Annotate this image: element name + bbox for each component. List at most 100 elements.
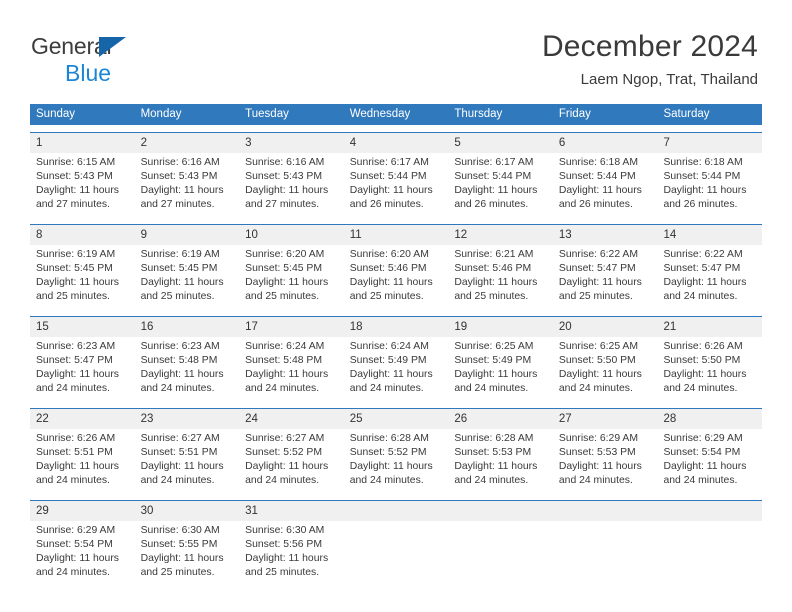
day-cell[interactable]: Sunrise: 6:29 AM Sunset: 5:54 PM Dayligh… xyxy=(657,429,762,493)
week-content-row: Sunrise: 6:26 AM Sunset: 5:51 PM Dayligh… xyxy=(30,429,762,493)
sunset-text: Sunset: 5:50 PM xyxy=(663,355,741,366)
day-cell[interactable]: Sunrise: 6:28 AM Sunset: 5:52 PM Dayligh… xyxy=(344,429,449,493)
day-number[interactable]: 18 xyxy=(344,317,449,337)
day-number[interactable]: 9 xyxy=(135,225,240,245)
day-number[interactable]: 15 xyxy=(30,317,135,337)
day-number[interactable]: 10 xyxy=(239,225,344,245)
day-number[interactable]: 13 xyxy=(553,225,658,245)
day-cell[interactable]: Sunrise: 6:25 AM Sunset: 5:50 PM Dayligh… xyxy=(553,337,658,401)
day-number[interactable]: 8 xyxy=(30,225,135,245)
day-cell[interactable]: Sunrise: 6:27 AM Sunset: 5:52 PM Dayligh… xyxy=(239,429,344,493)
sunrise-text: Sunrise: 6:27 AM xyxy=(245,433,325,444)
day-number-empty xyxy=(657,501,762,521)
day-cell[interactable]: Sunrise: 6:16 AM Sunset: 5:43 PM Dayligh… xyxy=(239,153,344,217)
day-number[interactable]: 25 xyxy=(344,409,449,429)
day-number[interactable]: 28 xyxy=(657,409,762,429)
day-number[interactable]: 26 xyxy=(448,409,553,429)
daylight-text-line2: and 26 minutes. xyxy=(663,199,738,210)
day-cell[interactable]: Sunrise: 6:28 AM Sunset: 5:53 PM Dayligh… xyxy=(448,429,553,493)
sunset-text: Sunset: 5:51 PM xyxy=(140,447,218,458)
daylight-text-line1: Daylight: 11 hours xyxy=(140,277,224,288)
weekday-header-monday: Monday xyxy=(140,108,182,120)
week-content-row: Sunrise: 6:19 AM Sunset: 5:45 PM Dayligh… xyxy=(30,245,762,309)
day-cell[interactable]: Sunrise: 6:22 AM Sunset: 5:47 PM Dayligh… xyxy=(657,245,762,309)
day-number[interactable]: 24 xyxy=(239,409,344,429)
sunset-text: Sunset: 5:52 PM xyxy=(349,447,427,458)
day-number[interactable]: 30 xyxy=(135,501,240,521)
day-cell[interactable]: Sunrise: 6:30 AM Sunset: 5:56 PM Dayligh… xyxy=(239,521,344,585)
sunset-text: Sunset: 5:43 PM xyxy=(140,171,218,182)
day-cell[interactable]: Sunrise: 6:25 AM Sunset: 5:49 PM Dayligh… xyxy=(448,337,553,401)
daylight-text-line1: Daylight: 11 hours xyxy=(140,553,224,564)
day-number[interactable]: 5 xyxy=(448,133,553,153)
day-cell[interactable]: Sunrise: 6:30 AM Sunset: 5:55 PM Dayligh… xyxy=(135,521,240,585)
day-cell[interactable]: Sunrise: 6:20 AM Sunset: 5:46 PM Dayligh… xyxy=(344,245,449,309)
day-number[interactable]: 6 xyxy=(553,133,658,153)
sunset-text: Sunset: 5:44 PM xyxy=(558,171,636,182)
day-number[interactable]: 3 xyxy=(239,133,344,153)
sunrise-text: Sunrise: 6:18 AM xyxy=(558,157,639,168)
day-cell[interactable]: Sunrise: 6:17 AM Sunset: 5:44 PM Dayligh… xyxy=(344,153,449,217)
day-number[interactable]: 16 xyxy=(135,317,240,337)
day-number[interactable]: 22 xyxy=(30,409,135,429)
day-number[interactable]: 4 xyxy=(344,133,449,153)
daylight-text-line2: and 24 minutes. xyxy=(245,383,320,394)
day-cell[interactable]: Sunrise: 6:23 AM Sunset: 5:48 PM Dayligh… xyxy=(135,337,240,401)
page-title: December 2024 xyxy=(541,30,758,63)
day-number[interactable]: 11 xyxy=(344,225,449,245)
day-cell[interactable]: Sunrise: 6:29 AM Sunset: 5:54 PM Dayligh… xyxy=(30,521,135,585)
brand-logo-top-row: General xyxy=(31,33,211,59)
day-number[interactable]: 1 xyxy=(30,133,135,153)
day-cell[interactable]: Sunrise: 6:24 AM Sunset: 5:48 PM Dayligh… xyxy=(239,337,344,401)
day-cell[interactable]: Sunrise: 6:21 AM Sunset: 5:46 PM Dayligh… xyxy=(448,245,553,309)
day-cell[interactable]: Sunrise: 6:19 AM Sunset: 5:45 PM Dayligh… xyxy=(30,245,135,309)
day-cell[interactable]: Sunrise: 6:26 AM Sunset: 5:51 PM Dayligh… xyxy=(30,429,135,493)
day-number[interactable]: 23 xyxy=(135,409,240,429)
day-cell[interactable]: Sunrise: 6:29 AM Sunset: 5:53 PM Dayligh… xyxy=(553,429,658,493)
day-cell[interactable]: Sunrise: 6:24 AM Sunset: 5:49 PM Dayligh… xyxy=(344,337,449,401)
day-number[interactable]: 20 xyxy=(553,317,658,337)
sunset-text: Sunset: 5:45 PM xyxy=(140,263,218,274)
day-cell[interactable]: Sunrise: 6:23 AM Sunset: 5:47 PM Dayligh… xyxy=(30,337,135,401)
day-number[interactable]: 17 xyxy=(239,317,344,337)
daylight-text-line2: and 25 minutes. xyxy=(454,291,529,302)
sunrise-text: Sunrise: 6:18 AM xyxy=(663,157,743,168)
daylight-text-line1: Daylight: 11 hours xyxy=(558,277,642,288)
day-cell[interactable]: Sunrise: 6:19 AM Sunset: 5:45 PM Dayligh… xyxy=(135,245,240,309)
day-number[interactable]: 14 xyxy=(657,225,762,245)
day-cell[interactable]: Sunrise: 6:20 AM Sunset: 5:45 PM Dayligh… xyxy=(239,245,344,309)
daylight-text-line1: Daylight: 11 hours xyxy=(36,185,119,196)
sunset-text: Sunset: 5:46 PM xyxy=(454,263,532,274)
daylight-text-line1: Daylight: 11 hours xyxy=(245,277,329,288)
week-content-row: Sunrise: 6:29 AM Sunset: 5:54 PM Dayligh… xyxy=(30,521,762,585)
day-number[interactable]: 29 xyxy=(30,501,135,521)
day-number[interactable]: 27 xyxy=(553,409,658,429)
day-number[interactable]: 7 xyxy=(657,133,762,153)
day-cell[interactable]: Sunrise: 6:18 AM Sunset: 5:44 PM Dayligh… xyxy=(553,153,658,217)
daylight-text-line2: and 25 minutes. xyxy=(349,291,424,302)
page-subtitle: Laem Ngop, Trat, Thailand xyxy=(580,71,758,88)
sunrise-text: Sunrise: 6:25 AM xyxy=(454,341,534,352)
day-number[interactable]: 21 xyxy=(657,317,762,337)
day-number[interactable]: 12 xyxy=(448,225,553,245)
day-cell[interactable]: Sunrise: 6:15 AM Sunset: 5:43 PM Dayligh… xyxy=(30,153,135,217)
day-number[interactable]: 31 xyxy=(239,501,344,521)
sunrise-text: Sunrise: 6:22 AM xyxy=(663,249,743,260)
sunrise-text: Sunrise: 6:29 AM xyxy=(558,433,639,444)
day-cell[interactable]: Sunrise: 6:27 AM Sunset: 5:51 PM Dayligh… xyxy=(135,429,240,493)
daylight-text-line2: and 24 minutes. xyxy=(454,383,529,394)
brand-logo[interactable]: General Blue xyxy=(31,33,211,87)
day-cell[interactable]: Sunrise: 6:17 AM Sunset: 5:44 PM Dayligh… xyxy=(448,153,553,217)
sunset-text: Sunset: 5:43 PM xyxy=(245,171,322,182)
day-number[interactable]: 19 xyxy=(448,317,553,337)
day-cell[interactable]: Sunrise: 6:26 AM Sunset: 5:50 PM Dayligh… xyxy=(657,337,762,401)
day-cell[interactable]: Sunrise: 6:22 AM Sunset: 5:47 PM Dayligh… xyxy=(553,245,658,309)
day-number[interactable]: 2 xyxy=(135,133,240,153)
daylight-text-line2: and 26 minutes. xyxy=(349,199,424,210)
daylight-text-line1: Daylight: 11 hours xyxy=(454,185,538,196)
day-number-empty xyxy=(448,501,553,521)
day-cell-empty xyxy=(448,521,553,585)
sunrise-text: Sunrise: 6:16 AM xyxy=(140,157,220,168)
day-cell[interactable]: Sunrise: 6:16 AM Sunset: 5:43 PM Dayligh… xyxy=(135,153,240,217)
day-cell[interactable]: Sunrise: 6:18 AM Sunset: 5:44 PM Dayligh… xyxy=(657,153,762,217)
